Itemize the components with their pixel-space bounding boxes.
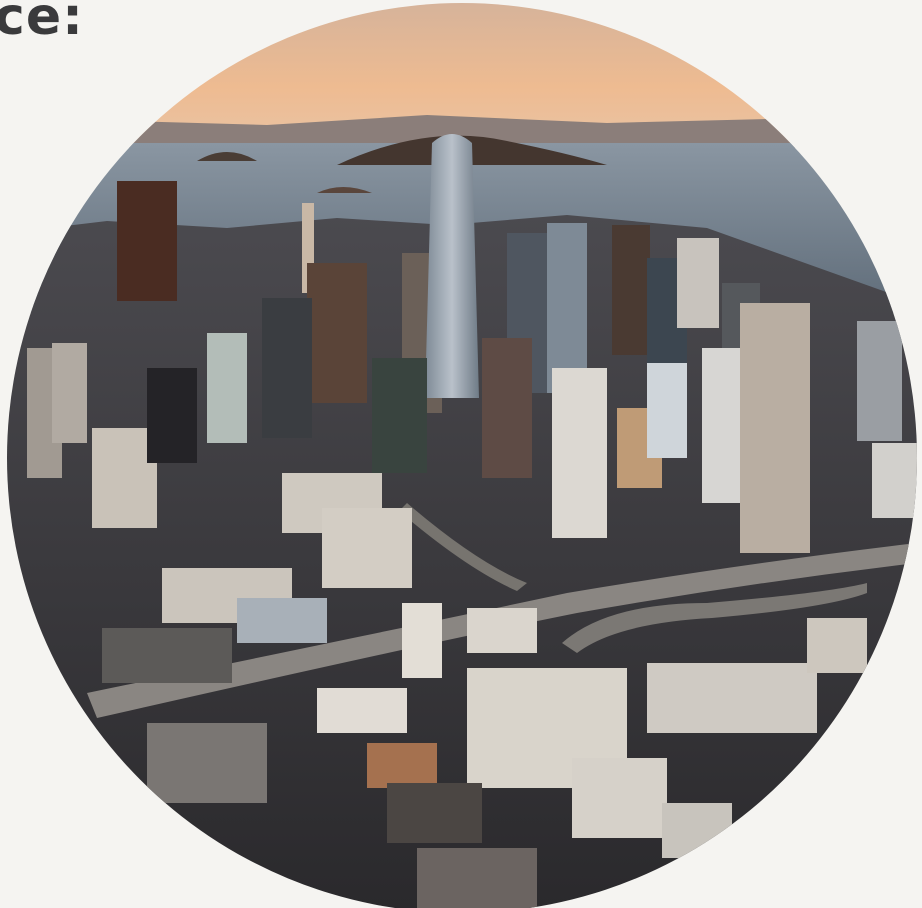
city-skyline-photo [7,3,917,908]
city-skyline-illustration [7,3,917,908]
tall-tower [425,134,479,398]
section-heading: ce: [0,0,84,47]
